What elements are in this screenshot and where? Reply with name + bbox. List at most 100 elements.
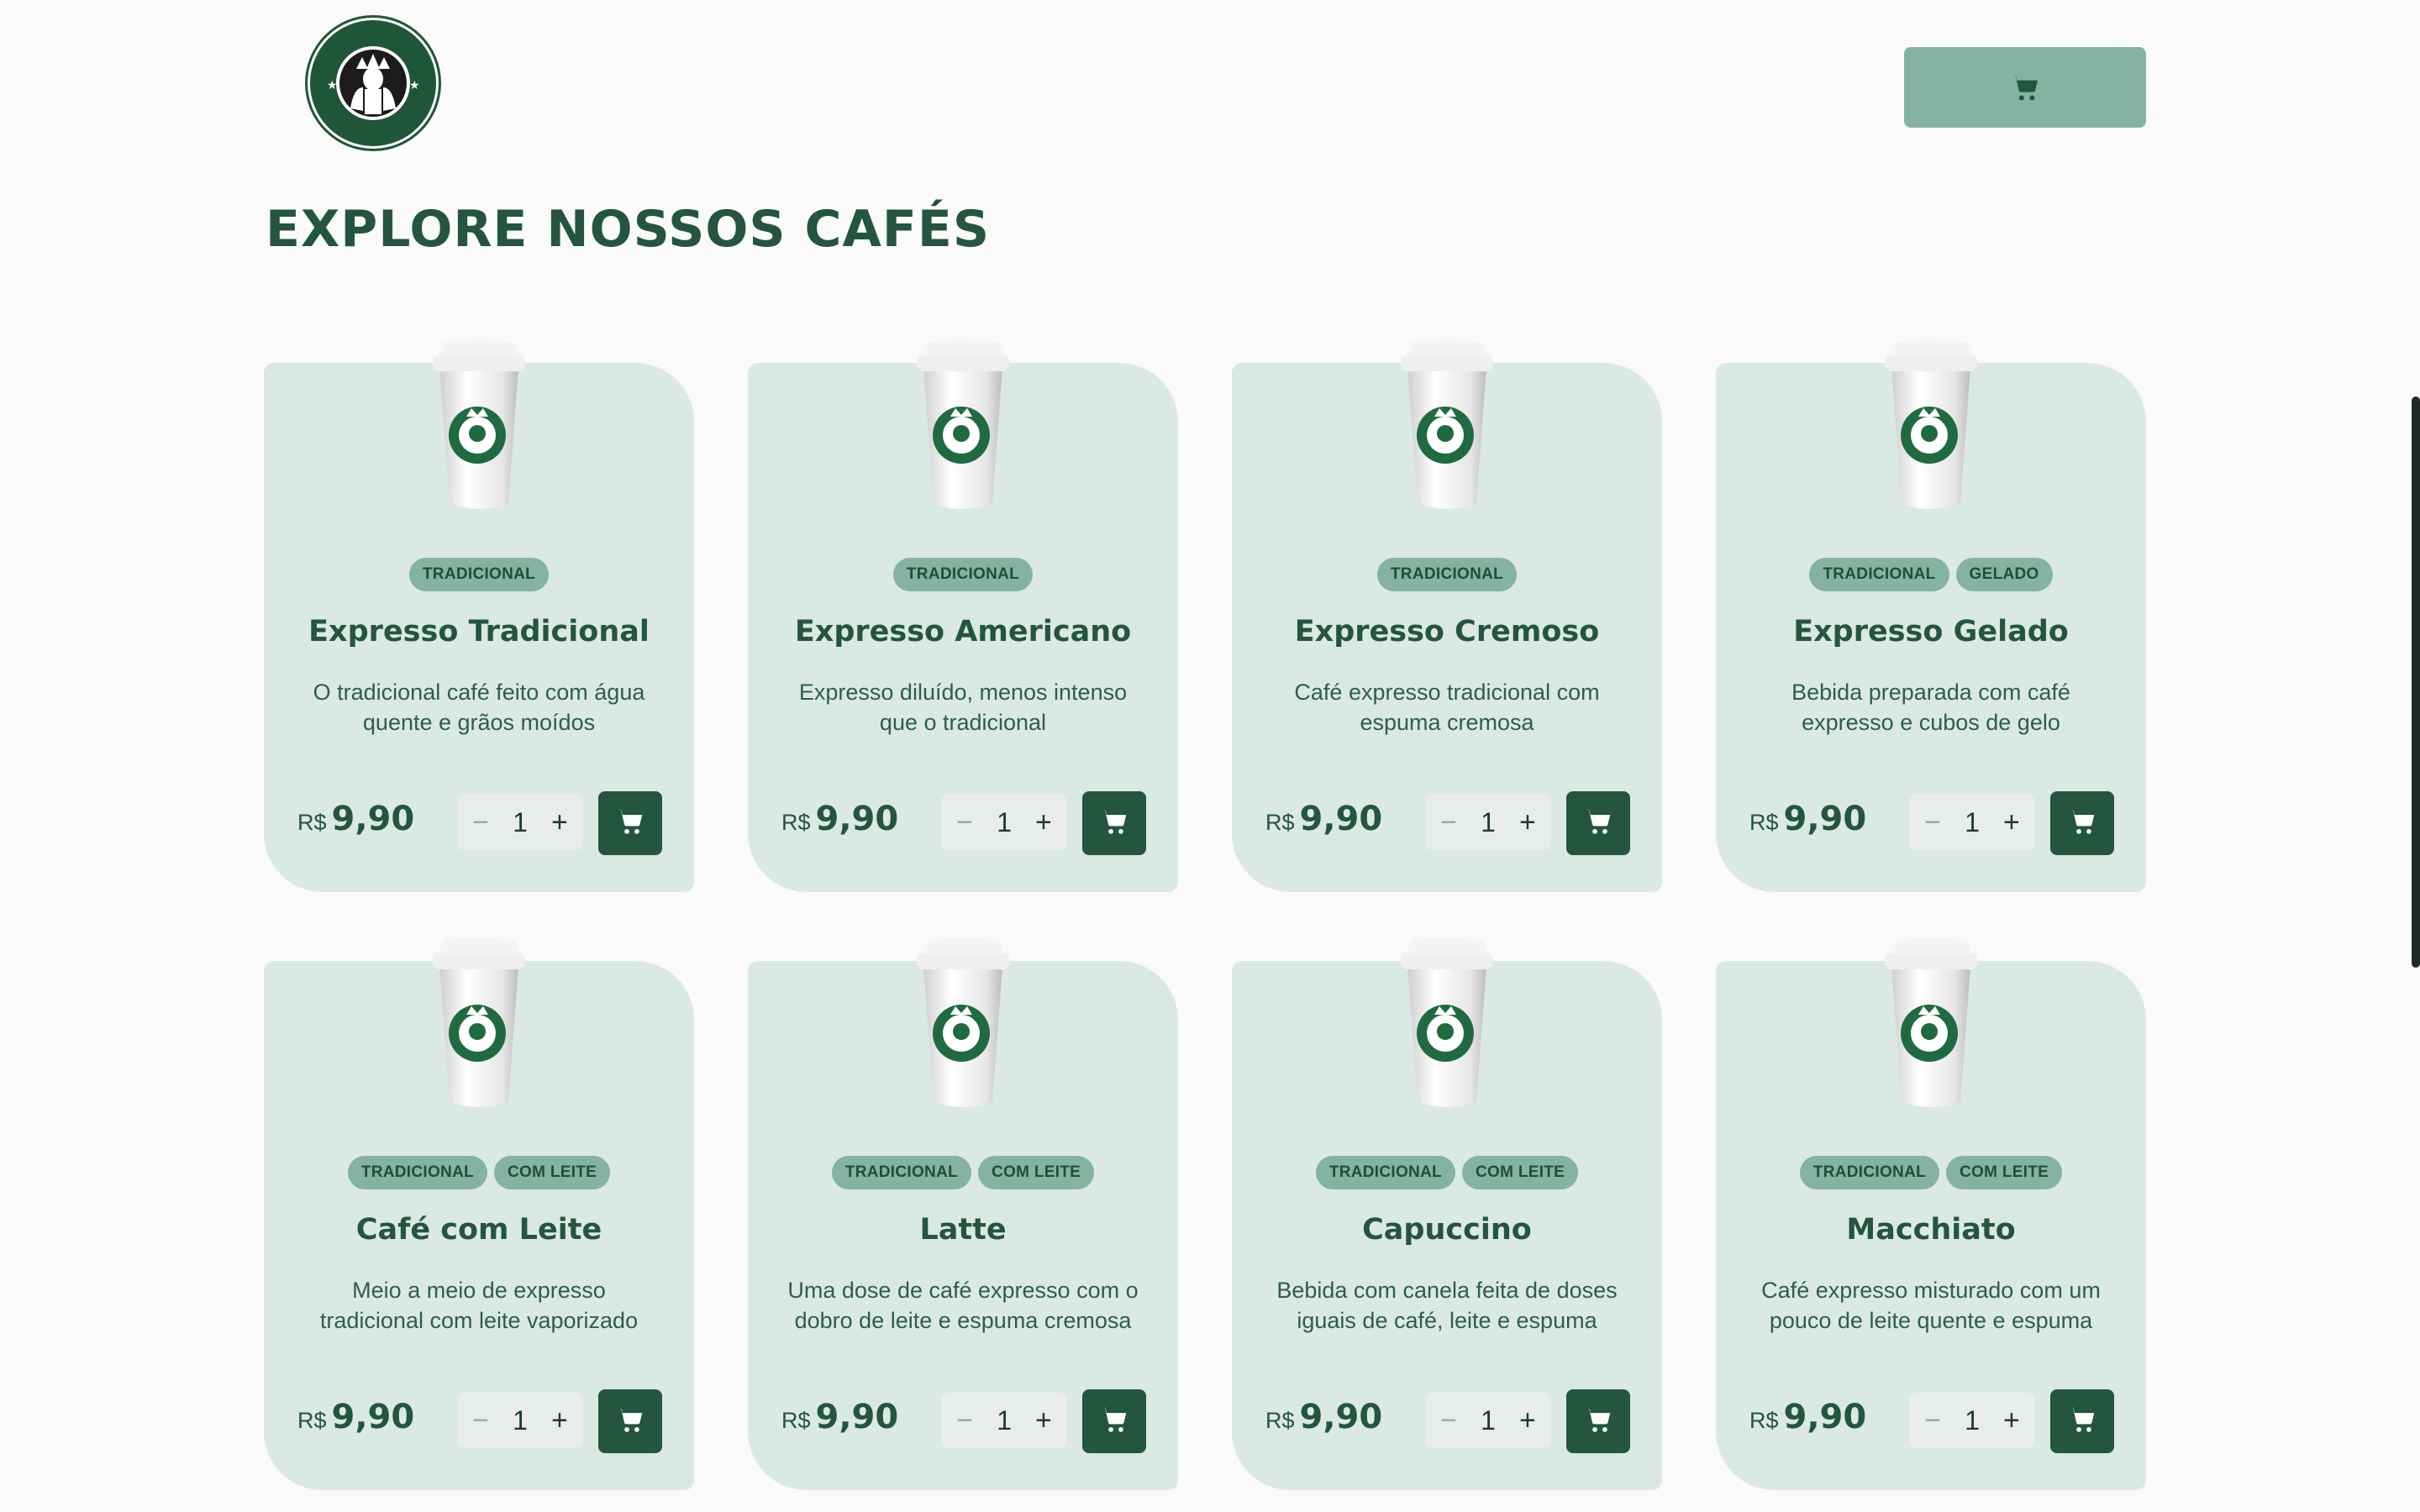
product-name: Macchiato [1846, 1213, 2016, 1247]
price-amount: 9,90 [815, 1398, 899, 1436]
svg-text:★: ★ [409, 79, 420, 92]
increase-quantity-button[interactable]: + [1996, 1404, 2027, 1437]
product-card: TRADICIONAL COM LEITE Café com Leite Meio… [264, 937, 694, 1490]
price-amount: 9,90 [815, 800, 899, 838]
product-tag: GELADO [1955, 558, 2053, 591]
quantity-value: 1 [997, 1404, 1012, 1436]
product-tags: TRADICIONAL COM LEITE [264, 1156, 694, 1189]
add-to-cart-button[interactable] [598, 791, 662, 855]
quantity-stepper: − 1 + [941, 1393, 1067, 1448]
decrease-quantity-button[interactable]: − [950, 806, 980, 839]
product-description: Uma dose de café expresso com o dobro de… [787, 1278, 1139, 1333]
decrease-quantity-button[interactable]: − [1918, 806, 1948, 839]
product-name: Capuccino [1362, 1213, 1532, 1247]
product-price: R$ 9,90 [781, 1398, 898, 1436]
increase-quantity-button[interactable]: + [1512, 806, 1543, 839]
product-tag: TRADICIONAL [1376, 558, 1518, 591]
decrease-quantity-button[interactable]: − [466, 1404, 496, 1437]
product-name: Expresso Gelado [1793, 615, 2069, 648]
product-tag: TRADICIONAL [408, 558, 550, 591]
add-to-cart-button[interactable] [2050, 791, 2114, 855]
price-amount: 9,90 [331, 1398, 415, 1436]
cart-icon [614, 1404, 646, 1440]
product-tags: TRADICIONAL [748, 558, 1178, 591]
coffee-cup-image [1876, 934, 1986, 1110]
decrease-quantity-button[interactable]: − [1434, 1404, 1464, 1437]
price-currency: R$ [297, 810, 327, 835]
product-price: R$ 9,90 [1749, 800, 1866, 838]
product-description: Bebida preparada com café expresso e cub… [1791, 680, 2070, 735]
product-tag: TRADICIONAL [892, 558, 1034, 591]
product-description: Café expresso tradicional com espuma cre… [1294, 680, 1600, 735]
price-amount: 9,90 [1299, 800, 1383, 838]
cart-button[interactable] [1904, 47, 2146, 128]
cart-icon [1582, 806, 1614, 842]
svg-text:★: ★ [327, 79, 338, 92]
product-price: R$ 9,90 [297, 1398, 414, 1436]
product-tag: COM LEITE [1946, 1156, 2063, 1189]
increase-quantity-button[interactable]: + [1028, 806, 1059, 839]
increase-quantity-button[interactable]: + [1028, 1404, 1059, 1437]
quantity-stepper: − 1 + [941, 795, 1067, 850]
quantity-stepper: − 1 + [1909, 1393, 2035, 1448]
product-card: TRADICIONAL COM LEITE Macchiato Café expr… [1716, 937, 2146, 1490]
add-to-cart-button[interactable] [1566, 791, 1630, 855]
add-to-cart-button[interactable] [1082, 791, 1146, 855]
coffee-cup-image [1876, 336, 1986, 512]
increase-quantity-button[interactable]: + [1512, 1404, 1543, 1437]
product-tags: TRADICIONAL GELADO [1716, 558, 2146, 591]
product-card: TRADICIONAL GELADO Expresso Gelado Bebida… [1716, 339, 2146, 892]
product-price: R$ 9,90 [1265, 1398, 1382, 1436]
product-name: Café com Leite [355, 1213, 602, 1247]
product-price: R$ 9,90 [781, 800, 898, 838]
coffee-cup-image [908, 336, 1018, 512]
product-description: Meio a meio de expresso tradicional com … [319, 1278, 639, 1333]
cart-icon [614, 806, 646, 842]
increase-quantity-button[interactable]: + [1996, 806, 2027, 839]
add-to-cart-button[interactable] [1566, 1389, 1630, 1453]
coffee-cup-image [1392, 336, 1502, 512]
cart-icon [1098, 1404, 1130, 1440]
quantity-stepper: − 1 + [1909, 795, 2035, 850]
add-to-cart-button[interactable] [1082, 1389, 1146, 1453]
product-tags: TRADICIONAL COM LEITE [748, 1156, 1178, 1189]
siren-logo-icon: ★ ★ [313, 23, 434, 144]
product-description: Expresso diluído, menos intenso que o tr… [798, 680, 1128, 735]
decrease-quantity-button[interactable]: − [950, 1404, 980, 1437]
product-name: Expresso Cremoso [1294, 615, 1600, 648]
product-tag: COM LEITE [978, 1156, 1095, 1189]
cart-icon [1098, 806, 1130, 842]
quantity-value: 1 [997, 806, 1012, 837]
increase-quantity-button[interactable]: + [544, 1404, 575, 1437]
decrease-quantity-button[interactable]: − [466, 806, 496, 839]
price-amount: 9,90 [1783, 1398, 1867, 1436]
scrollbar[interactable] [2407, 0, 2420, 1512]
price-currency: R$ [781, 810, 811, 835]
cart-icon [2011, 75, 2038, 101]
page-title: EXPLORE NOSSOS CAFÉS [266, 200, 991, 259]
starbucks-logo[interactable]: ★ ★ [310, 20, 436, 146]
product-tags: TRADICIONAL COM LEITE [1716, 1156, 2146, 1189]
quantity-value: 1 [1965, 1404, 1980, 1436]
product-price: R$ 9,90 [1749, 1398, 1866, 1436]
product-tags: TRADICIONAL [264, 558, 694, 591]
product-tag: TRADICIONAL [831, 1156, 972, 1189]
add-to-cart-button[interactable] [598, 1389, 662, 1453]
price-currency: R$ [1265, 1408, 1295, 1433]
quantity-value: 1 [1481, 1404, 1496, 1436]
product-description: Café expresso misturado com um pouco de … [1761, 1278, 2101, 1333]
product-card: TRADICIONAL COM LEITE Latte Uma dose de c… [748, 937, 1178, 1490]
scrollbar-thumb[interactable] [2412, 396, 2420, 968]
price-amount: 9,90 [331, 800, 415, 838]
product-card: TRADICIONAL Expresso Americano Expresso … [748, 339, 1178, 892]
increase-quantity-button[interactable]: + [544, 806, 575, 839]
product-description: O tradicional café feito com água quente… [313, 680, 645, 735]
quantity-value: 1 [513, 806, 528, 837]
product-tag: TRADICIONAL [1799, 1156, 1940, 1189]
decrease-quantity-button[interactable]: − [1918, 1404, 1948, 1437]
add-to-cart-button[interactable] [2050, 1389, 2114, 1453]
quantity-value: 1 [513, 1404, 528, 1436]
product-name: Expresso Tradicional [308, 615, 650, 648]
decrease-quantity-button[interactable]: − [1434, 806, 1464, 839]
price-currency: R$ [1749, 1408, 1779, 1433]
